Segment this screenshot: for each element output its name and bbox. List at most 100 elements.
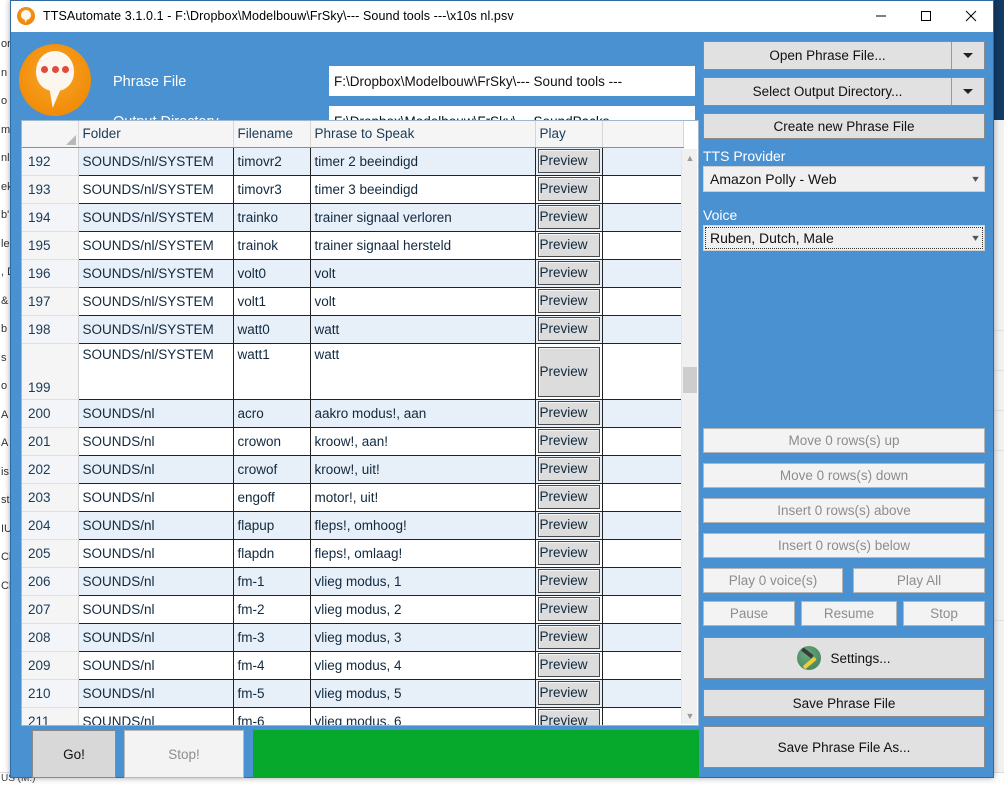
preview-button[interactable]: Preview — [537, 653, 600, 677]
close-icon[interactable] — [948, 1, 993, 32]
phrase-cell[interactable]: vlieg modus, 6 — [310, 707, 536, 725]
folder-cell[interactable]: SOUNDS/nl/SYSTEM — [78, 343, 234, 400]
preview-button[interactable]: Preview — [537, 625, 600, 649]
row-number-cell[interactable]: 207 — [22, 595, 79, 624]
pad-cell[interactable] — [602, 455, 683, 484]
play-cell[interactable]: Preview — [535, 483, 603, 512]
table-row[interactable]: 203 SOUNDS/nl engoff motor!, uit! Preview — [22, 483, 683, 512]
preview-button[interactable]: Preview — [537, 401, 600, 425]
phrase-cell[interactable]: volt — [310, 287, 536, 316]
open-phrase-file-dropdown-arrow[interactable] — [952, 42, 984, 69]
row-number-cell[interactable]: 195 — [22, 231, 79, 260]
grid-vertical-scrollbar[interactable]: ▲ ▼ — [681, 149, 697, 724]
scroll-up-icon[interactable]: ▲ — [682, 149, 698, 166]
filename-cell[interactable]: fm-5 — [233, 679, 311, 708]
phrase-cell[interactable]: watt — [310, 343, 536, 400]
row-number-cell[interactable]: 192 — [22, 147, 79, 176]
folder-cell[interactable]: SOUNDS/nl — [78, 427, 234, 456]
row-number-cell[interactable]: 211 — [22, 707, 79, 725]
pause-button[interactable]: Pause — [703, 601, 795, 626]
table-row[interactable]: 204 SOUNDS/nl flapup fleps!, omhoog! Preview — [22, 511, 683, 540]
go-button[interactable]: Go! — [32, 730, 116, 778]
play-cell[interactable]: Preview — [535, 427, 603, 456]
phrase-file-input[interactable]: F:\Dropbox\Modelbouw\FrSky\--- Sound too… — [329, 66, 699, 96]
pad-cell[interactable] — [602, 175, 683, 204]
filename-cell[interactable]: watt1 — [233, 343, 311, 400]
filename-cell[interactable]: trainko — [233, 203, 311, 232]
phrase-cell[interactable]: vlieg modus, 3 — [310, 623, 536, 652]
folder-cell[interactable]: SOUNDS/nl/SYSTEM — [78, 259, 234, 288]
minimize-icon[interactable] — [858, 1, 903, 32]
table-row[interactable]: 208 SOUNDS/nl fm-3 vlieg modus, 3 Preview — [22, 623, 683, 652]
pad-cell[interactable] — [602, 203, 683, 232]
row-number-cell[interactable]: 193 — [22, 175, 79, 204]
play-cell[interactable]: Preview — [535, 259, 603, 288]
scrollbar-thumb[interactable] — [683, 367, 697, 393]
folder-cell[interactable]: SOUNDS/nl/SYSTEM — [78, 315, 234, 344]
table-row[interactable]: 206 SOUNDS/nl fm-1 vlieg modus, 1 Preview — [22, 567, 683, 596]
preview-button[interactable]: Preview — [537, 317, 600, 341]
phrase-cell[interactable]: kroow!, aan! — [310, 427, 536, 456]
insert-rows-below-button[interactable]: Insert 0 rows(s) below — [703, 533, 985, 558]
row-number-cell[interactable]: 196 — [22, 259, 79, 288]
table-row[interactable]: 205 SOUNDS/nl flapdn fleps!, omlaag! Preview — [22, 539, 683, 568]
maximize-icon[interactable] — [903, 1, 948, 32]
folder-cell[interactable]: SOUNDS/nl — [78, 483, 234, 512]
move-rows-up-button[interactable]: Move 0 rows(s) up — [703, 428, 985, 453]
select-output-directory-dropdown-arrow[interactable] — [952, 78, 984, 105]
table-row[interactable]: 207 SOUNDS/nl fm-2 vlieg modus, 2 Preview — [22, 595, 683, 624]
row-number-cell[interactable]: 210 — [22, 679, 79, 708]
table-row[interactable]: 197 SOUNDS/nl/SYSTEM volt1 volt Preview — [22, 287, 683, 316]
filename-cell[interactable]: fm-1 — [233, 567, 311, 596]
play-cell[interactable]: Preview — [535, 651, 603, 680]
pad-cell[interactable] — [602, 287, 683, 316]
folder-cell[interactable]: SOUNDS/nl/SYSTEM — [78, 203, 234, 232]
preview-button[interactable]: Preview — [537, 177, 600, 201]
pad-cell[interactable] — [602, 231, 683, 260]
preview-button[interactable]: Preview — [537, 541, 600, 565]
phrase-cell[interactable]: vlieg modus, 2 — [310, 595, 536, 624]
folder-cell[interactable]: SOUNDS/nl/SYSTEM — [78, 231, 234, 260]
table-row[interactable]: 193 SOUNDS/nl/SYSTEM timovr3 timer 3 beeind… — [22, 175, 683, 204]
row-number-cell[interactable]: 208 — [22, 623, 79, 652]
row-number-cell[interactable]: 209 — [22, 651, 79, 680]
phrase-cell[interactable]: kroow!, uit! — [310, 455, 536, 484]
row-number-cell[interactable]: 206 — [22, 567, 79, 596]
filename-cell[interactable]: crowof — [233, 455, 311, 484]
pad-cell[interactable] — [602, 147, 683, 176]
folder-cell[interactable]: SOUNDS/nl/SYSTEM — [78, 147, 234, 176]
filename-cell[interactable]: crowon — [233, 427, 311, 456]
preview-button[interactable]: Preview — [537, 205, 600, 229]
folder-cell[interactable]: SOUNDS/nl/SYSTEM — [78, 175, 234, 204]
play-cell[interactable]: Preview — [535, 399, 603, 428]
phrase-cell[interactable]: motor!, uit! — [310, 483, 536, 512]
pad-cell[interactable] — [602, 651, 683, 680]
filename-cell[interactable]: watt0 — [233, 315, 311, 344]
phrase-cell[interactable]: vlieg modus, 1 — [310, 567, 536, 596]
move-rows-down-button[interactable]: Move 0 rows(s) down — [703, 463, 985, 488]
table-row[interactable]: 201 SOUNDS/nl crowon kroow!, aan! Preview — [22, 427, 683, 456]
folder-cell[interactable]: SOUNDS/nl — [78, 595, 234, 624]
row-number-cell[interactable]: 202 — [22, 455, 79, 484]
pad-cell[interactable] — [602, 679, 683, 708]
play-cell[interactable]: Preview — [535, 623, 603, 652]
preview-button[interactable]: Preview — [537, 233, 600, 257]
play-cell[interactable]: Preview — [535, 175, 603, 204]
phrase-cell[interactable]: trainer signaal hersteld — [310, 231, 536, 260]
phrase-cell[interactable]: timer 2 beeindigd — [310, 147, 536, 176]
settings-button[interactable]: Settings... — [703, 637, 985, 679]
filename-cell[interactable]: fm-6 — [233, 707, 311, 725]
filename-cell[interactable]: volt0 — [233, 259, 311, 288]
play-cell[interactable]: Preview — [535, 567, 603, 596]
table-row[interactable]: 198 SOUNDS/nl/SYSTEM watt0 watt Preview — [22, 315, 683, 344]
table-row[interactable]: 194 SOUNDS/nl/SYSTEM trainko trainer signaa… — [22, 203, 683, 232]
open-phrase-file-button[interactable]: Open Phrase File... — [703, 41, 985, 70]
preview-button[interactable]: Preview — [537, 569, 600, 593]
row-number-cell[interactable]: 201 — [22, 427, 79, 456]
phrase-cell[interactable]: timer 3 beeindigd — [310, 175, 536, 204]
preview-button[interactable]: Preview — [537, 149, 600, 173]
select-output-directory-button[interactable]: Select Output Directory... — [703, 77, 985, 106]
phrase-cell[interactable]: vlieg modus, 4 — [310, 651, 536, 680]
play-voices-button[interactable]: Play 0 voice(s) — [703, 568, 843, 593]
stop-playback-button[interactable]: Stop — [903, 601, 985, 626]
